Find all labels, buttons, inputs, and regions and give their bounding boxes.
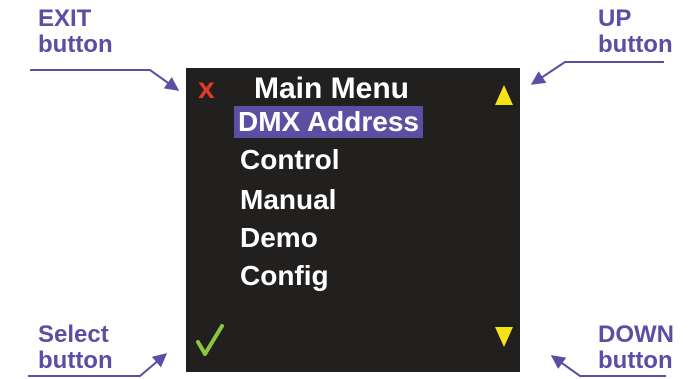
up-callout-line1: UP	[598, 5, 632, 32]
select-button-callout: Select button	[38, 322, 113, 374]
exit-callout-arrow	[30, 69, 180, 91]
down-callout-line2: button	[598, 347, 673, 374]
select-callout-line1: Select	[38, 321, 109, 348]
lcd-screen: x Main Menu DMX Address Control Manual D…	[186, 68, 520, 372]
select-callout-line2: button	[38, 347, 113, 374]
checkmark-icon[interactable]	[196, 324, 224, 356]
menu-item-config[interactable]: Config	[236, 260, 333, 292]
up-callout-line2: button	[598, 31, 673, 58]
exit-callout-line2: button	[38, 31, 113, 58]
exit-button-callout: EXIT button	[38, 6, 113, 58]
menu-item-control[interactable]: Control	[236, 144, 344, 176]
exit-callout-line1: EXIT	[38, 5, 92, 32]
down-button-callout: DOWN button	[598, 322, 674, 374]
down-triangle-icon[interactable]	[494, 326, 514, 348]
up-button-callout: UP button	[598, 6, 673, 58]
screen-title: Main Menu	[254, 72, 409, 105]
up-triangle-icon[interactable]	[494, 84, 514, 106]
menu-item-dmx-address[interactable]: DMX Address	[234, 106, 424, 138]
close-icon[interactable]: x	[198, 74, 215, 104]
down-callout-line1: DOWN	[598, 321, 674, 348]
menu-item-demo[interactable]: Demo	[236, 222, 322, 254]
menu-item-manual[interactable]: Manual	[236, 184, 340, 216]
up-callout-arrow	[530, 61, 664, 85]
